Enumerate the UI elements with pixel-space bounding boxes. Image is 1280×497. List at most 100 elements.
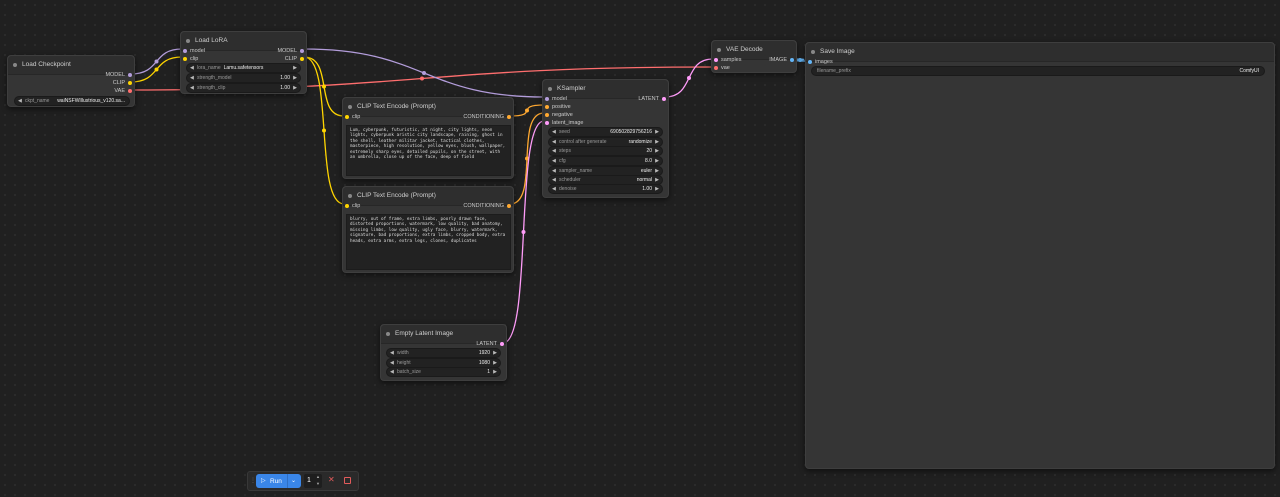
vae-decode-node[interactable]: VAE Decode samples vae IMAGE [711,40,797,73]
decrement-arrow-icon[interactable]: ◀ [552,185,556,193]
save-image-node[interactable]: Save Image images filename_prefix ComfyU… [805,42,1275,469]
decrement-icon[interactable]: ▼ [316,481,320,486]
denoise-field[interactable]: ◀ denoise 1.00 ▶ [548,184,663,194]
load-lora-node[interactable]: Load LoRA model clip MODEL CLIP ◀ Lamu.s… [180,31,307,94]
prompt-textarea[interactable]: blurry, out of frame, extra limbs, poorl… [346,214,511,270]
widget-value: waiNSFWIllustrious_v120.sa... [57,98,125,104]
wire-midpoint-clip-pos-to-ksampler[interactable] [525,108,529,113]
input-label: negative [552,112,573,118]
output-clip[interactable]: CLIP [285,55,304,63]
wire-midpoint-ckpt-model-to-lora[interactable] [154,59,159,64]
node-title-text: Load LoRA [195,37,228,44]
next-arrow-icon[interactable]: ▶ [293,64,297,72]
next-arrow-icon[interactable]: ▶ [655,138,659,146]
widget-value: euler [640,168,652,174]
prev-arrow-icon[interactable]: ◀ [552,138,556,146]
play-icon: ▷ [261,478,266,484]
input-clip[interactable]: clip [345,113,360,121]
next-arrow-icon[interactable]: ▶ [655,176,659,184]
increment-arrow-icon[interactable]: ▶ [493,349,497,357]
output-vae[interactable]: VAE [114,87,132,95]
input-label: vae [721,65,730,71]
decrement-arrow-icon[interactable]: ◀ [390,368,394,376]
batch-count-stepper[interactable]: 1 ▲ ▼ [304,474,322,488]
decrement-arrow-icon[interactable]: ◀ [552,157,556,165]
clip-text-encode-positive-node[interactable]: CLIP Text Encode (Prompt) clip CONDITION… [342,97,514,179]
ksampler-node[interactable]: KSampler model positive negative latent_… [542,79,669,198]
cfg-field[interactable]: ◀ cfg 8.0 ▶ [548,156,663,166]
prev-arrow-icon[interactable]: ◀ [552,167,556,175]
input-model[interactable]: model [545,95,567,103]
increment-arrow-icon[interactable]: ▶ [293,84,297,92]
increment-icon[interactable]: ▲ [316,474,320,479]
decrement-arrow-icon[interactable]: ◀ [190,74,194,82]
prev-arrow-icon[interactable]: ◀ [552,176,556,184]
run-label: Run [270,477,282,485]
prev-arrow-icon[interactable]: ◀ [18,97,22,105]
increment-arrow-icon[interactable]: ▶ [655,147,659,155]
prompt-textarea[interactable]: Lum, cyberpunk, futuristic, at night, ci… [346,125,511,176]
widget-value: 1.00 [642,186,652,192]
steps-field[interactable]: ◀ steps 20 ▶ [548,146,663,156]
output-latent[interactable]: LATENT [638,95,666,103]
strength-clip-field[interactable]: ◀ strength_clip 1.00 ▶ [186,83,301,93]
increment-arrow-icon[interactable]: ▶ [655,185,659,193]
wire-midpoint-ckpt-clip-to-lora[interactable] [154,67,159,72]
input-vae[interactable]: vae [714,64,730,72]
increment-arrow-icon[interactable]: ▶ [493,368,497,376]
run-button[interactable]: ▷ Run ⌄ [256,474,301,488]
input-model[interactable]: model [183,47,205,55]
chevron-down-icon[interactable]: ⌄ [291,477,296,484]
width-field[interactable]: ◀ width 1920 ▶ [386,348,501,358]
input-samples[interactable]: samples [714,56,741,64]
wire-midpoint-lora-clip-to-clip-neg[interactable] [322,128,326,133]
node-title-text: Save Image [820,48,855,55]
wire-midpoint-lora-clip-to-clip-pos[interactable] [322,84,326,89]
cancel-icon[interactable]: ✕ [328,475,335,484]
lora-name-combo[interactable]: ◀ Lamu.safetensors lora_name ▶ [186,63,301,73]
wire-midpoint-lora-model-to-ksampler[interactable] [422,71,426,75]
ckpt-name-combo[interactable]: ◀ ckpt_name waiNSFWIllustrious_v120.sa..… [14,96,130,106]
input-negative[interactable]: negative [545,111,573,119]
seed-field[interactable]: ◀ seed 690502829756216 ▶ [548,127,663,137]
input-images[interactable]: images [808,58,833,66]
increment-arrow-icon[interactable]: ▶ [293,74,297,82]
increment-arrow-icon[interactable]: ▶ [655,128,659,136]
output-clip[interactable]: CLIP [113,79,132,87]
filename-prefix-field[interactable]: filename_prefix ComfyUI [811,66,1265,76]
load-checkpoint-node[interactable]: Load Checkpoint MODEL CLIP VAE ◀ ckpt_na… [7,55,135,107]
decrement-arrow-icon[interactable]: ◀ [552,147,556,155]
output-conditioning[interactable]: CONDITIONING [463,202,511,210]
wire-midpoint-latent-to-ksampler[interactable] [521,230,526,234]
increment-arrow-icon[interactable]: ▶ [493,359,497,367]
output-conditioning[interactable]: CONDITIONING [463,113,511,121]
wire-midpoint-ksampler-to-vaedecode[interactable] [687,76,691,80]
output-model[interactable]: MODEL [277,47,304,55]
output-label: CLIP [112,80,125,86]
empty-latent-image-node[interactable]: Empty Latent Image LATENT ◀ width 1920 ▶… [380,324,507,381]
wire-midpoint-ckpt-vae-to-vaedecode[interactable] [420,76,424,81]
clip-text-encode-negative-node[interactable]: CLIP Text Encode (Prompt) clip CONDITION… [342,186,514,273]
decrement-arrow-icon[interactable]: ◀ [190,84,194,92]
output-label: MODEL [105,72,125,78]
input-latent-image[interactable]: latent_image [545,119,584,127]
output-latent[interactable]: LATENT [476,340,504,348]
input-label: samples [721,57,742,63]
wire-midpoint-vaedecode-to-save[interactable] [798,58,802,62]
decrement-arrow-icon[interactable]: ◀ [552,128,556,136]
output-model[interactable]: MODEL [105,71,132,79]
strength-model-field[interactable]: ◀ strength_model 1.00 ▶ [186,73,301,83]
input-clip[interactable]: clip [183,55,198,63]
batch-size-field[interactable]: ◀ batch_size 1 ▶ [386,367,501,377]
widget-label: height [397,360,411,366]
next-arrow-icon[interactable]: ▶ [655,167,659,175]
decrement-arrow-icon[interactable]: ◀ [390,359,394,367]
output-image[interactable]: IMAGE [769,56,794,64]
input-positive[interactable]: positive [545,103,571,111]
input-clip[interactable]: clip [345,202,360,210]
increment-arrow-icon[interactable]: ▶ [655,157,659,165]
prev-arrow-icon[interactable]: ◀ [190,64,194,72]
decrement-arrow-icon[interactable]: ◀ [390,349,394,357]
stop-icon[interactable] [344,477,351,484]
divider [287,474,288,488]
